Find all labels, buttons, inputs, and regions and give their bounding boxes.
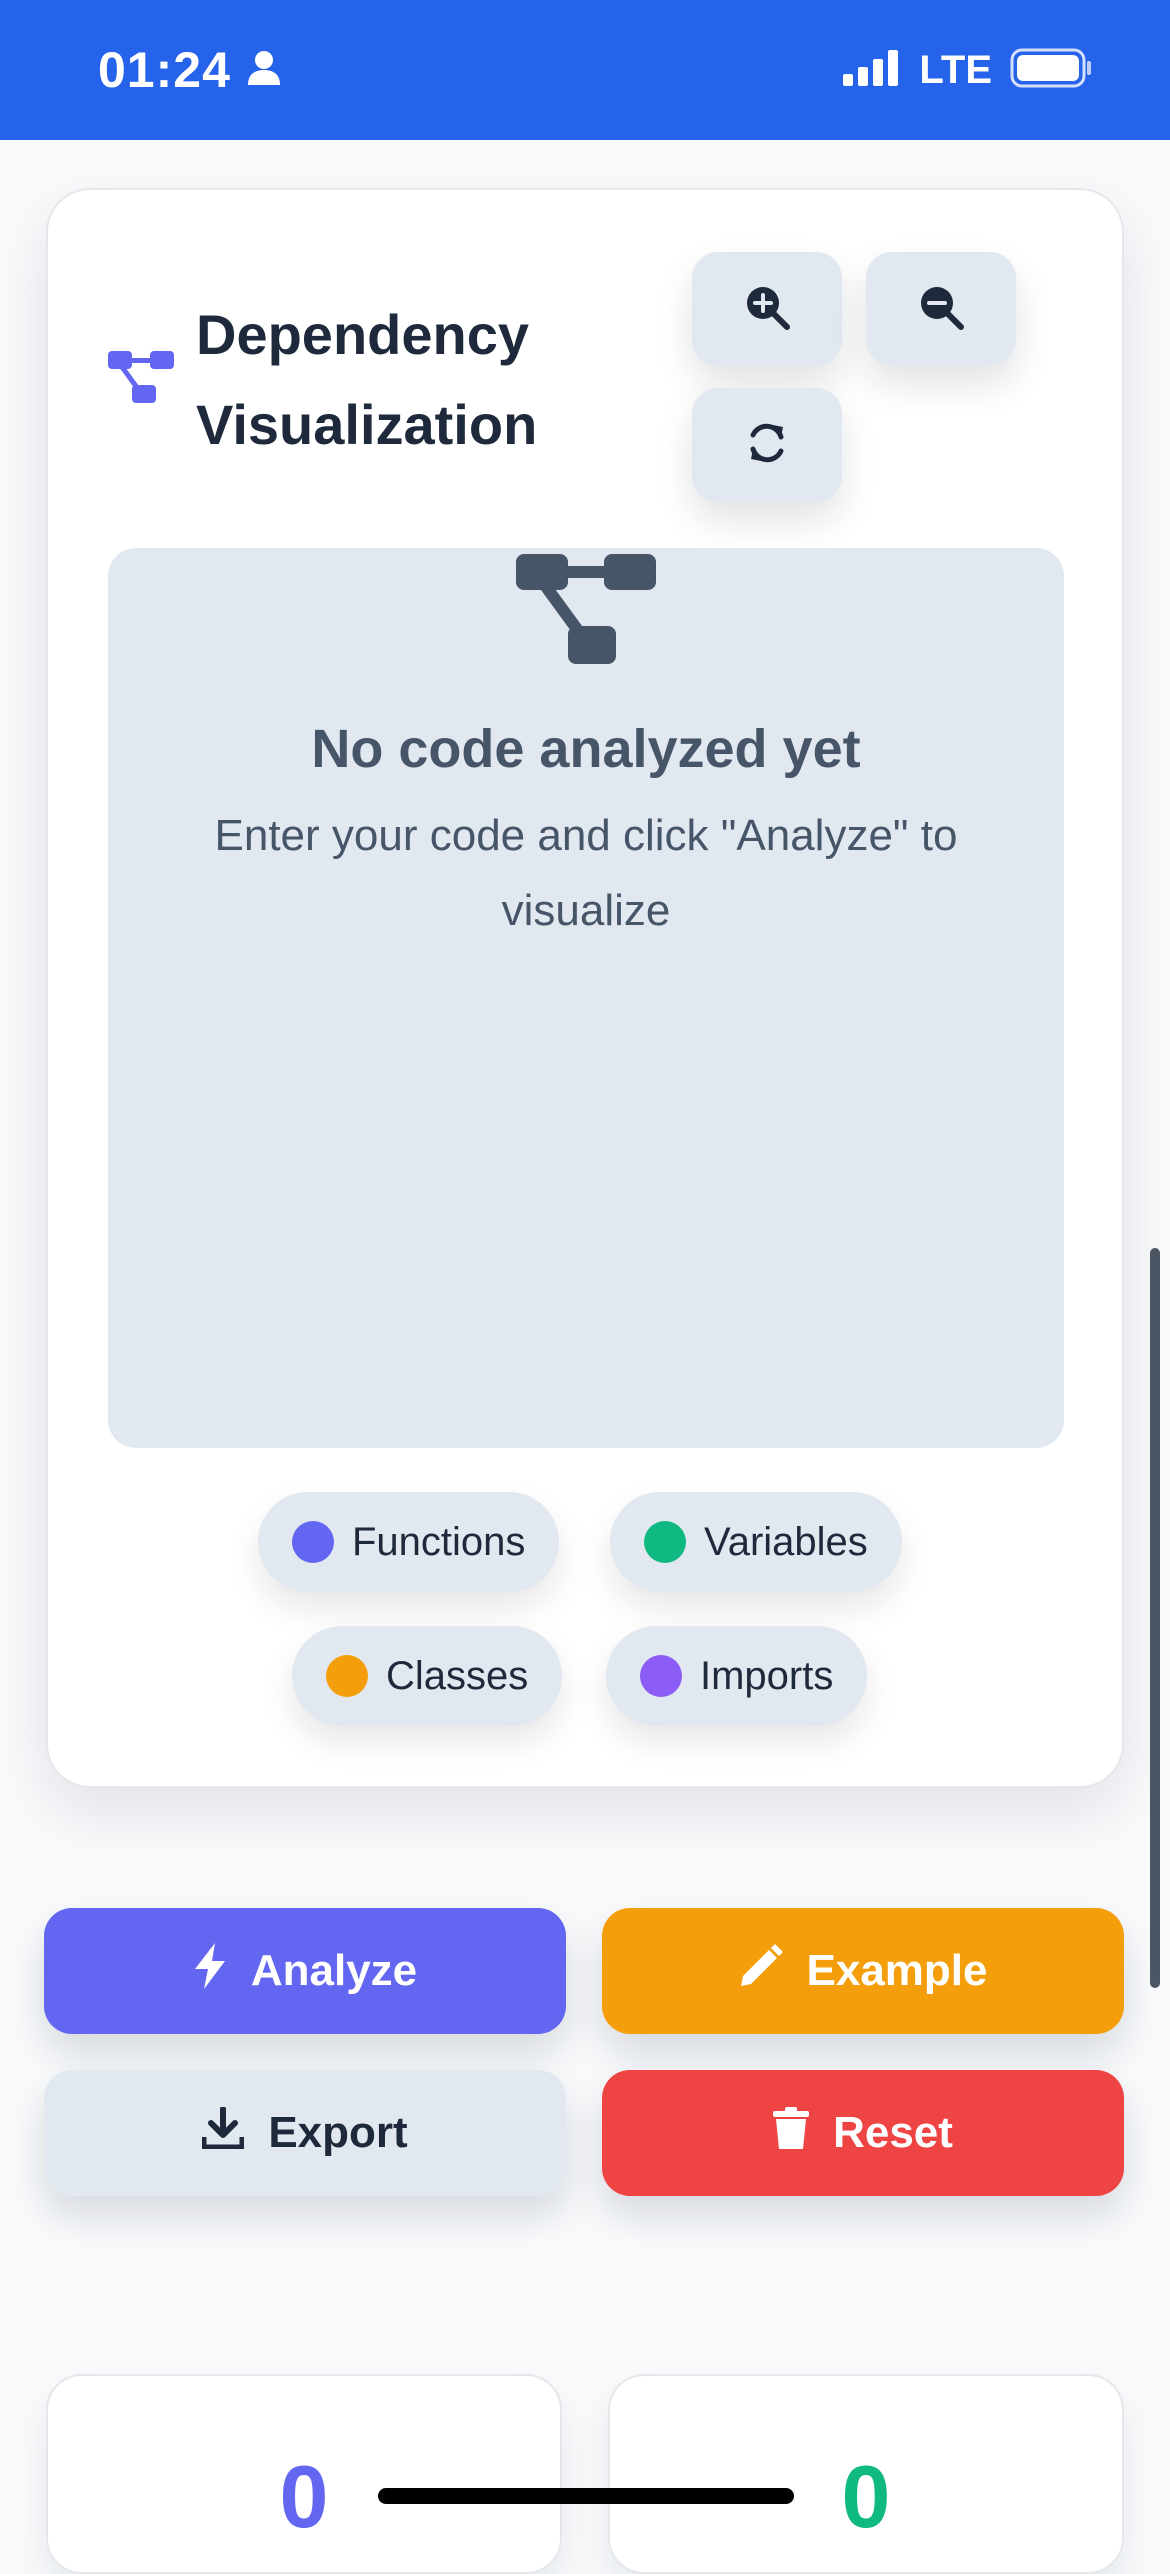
card-header: Dependency Visualization <box>108 290 616 470</box>
legend-label: Classes <box>386 1653 529 1698</box>
export-label: Export <box>268 2108 408 2157</box>
zoom-in-button[interactable] <box>692 252 842 366</box>
functions-color-dot <box>292 1521 334 1563</box>
legend-item-classes: Classes <box>292 1626 563 1726</box>
legend-label: Imports <box>700 1653 834 1698</box>
export-button[interactable]: Export <box>44 2070 566 2196</box>
reset-view-button[interactable] <box>692 388 842 502</box>
download-icon <box>201 2105 245 2160</box>
reset-label: Reset <box>833 2108 953 2157</box>
pencil-icon <box>739 1943 783 1999</box>
bolt-icon <box>193 1942 227 2000</box>
stat-card-functions: 0 <box>46 2374 562 2574</box>
classes-color-dot <box>326 1655 368 1697</box>
legend-label: Variables <box>704 1519 868 1564</box>
status-bar: 01:24 LTE <box>0 0 1170 140</box>
signal-icon <box>843 49 901 91</box>
imports-color-dot <box>640 1655 682 1697</box>
example-button[interactable]: Example <box>602 1908 1124 2034</box>
refresh-icon <box>745 421 789 470</box>
legend-item-imports: Imports <box>606 1626 868 1726</box>
zoom-out-icon <box>918 284 964 335</box>
zoom-in-icon <box>744 284 790 335</box>
empty-state-title: No code analyzed yet <box>311 719 861 779</box>
trash-icon <box>773 2106 810 2160</box>
card-title: Dependency Visualization <box>196 303 538 456</box>
visualization-card: Dependency Visualization No code analyze… <box>46 188 1124 1788</box>
stat-card-variables: 0 <box>608 2374 1124 2574</box>
empty-state-subtitle: Enter your code and click "Analyze" to v… <box>214 811 958 935</box>
analyze-button[interactable]: Analyze <box>44 1908 566 2034</box>
visualization-canvas[interactable]: No code analyzed yet Enter your code and… <box>108 548 1064 1448</box>
legend-item-functions: Functions <box>258 1492 560 1592</box>
status-right: LTE <box>843 48 1092 93</box>
person-icon <box>247 50 281 91</box>
status-time: 01:24 <box>98 42 231 98</box>
analyze-label: Analyze <box>250 1946 418 1995</box>
legend-item-variables: Variables <box>610 1492 902 1592</box>
diagram-project-icon <box>108 350 174 410</box>
example-label: Example <box>806 1946 988 1995</box>
diagram-project-icon <box>516 554 656 671</box>
variables-color-dot <box>644 1521 686 1563</box>
zoom-out-button[interactable] <box>866 252 1016 366</box>
reset-button[interactable]: Reset <box>602 2070 1124 2196</box>
status-left: 01:24 <box>98 41 281 99</box>
network-type: LTE <box>919 47 992 92</box>
scrollbar[interactable] <box>1150 1248 1160 1988</box>
legend-label: Functions <box>352 1519 526 1564</box>
home-indicator[interactable] <box>378 2488 794 2504</box>
battery-icon <box>1010 48 1092 93</box>
